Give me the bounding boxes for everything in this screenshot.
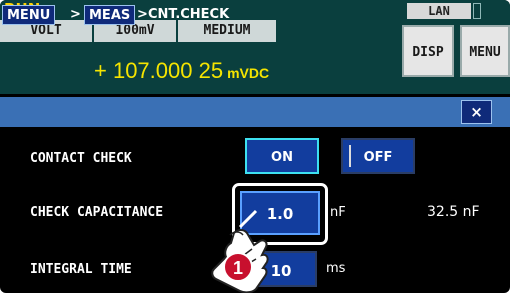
instrument-screen: RUN LAN VOLT 100mV MEDIUM DISP MENU + 10… [0,0,510,293]
breadcrumb-separator: > [137,7,148,22]
contact-check-on-button[interactable]: ON [245,138,319,174]
lan-indicator: LAN [407,3,471,19]
check-capacitance-unit: nF [330,205,346,220]
pointing-hand-icon: 1 [211,209,269,293]
measurement-reading: + 107.000 25 mVDC [94,58,269,84]
step-number: 1 [233,258,243,278]
reading-unit: mVDC [227,65,270,81]
contact-check-label: CONTACT CHECK [30,151,132,166]
breadcrumb-separator: > [70,7,81,22]
contact-check-off-button[interactable]: OFF [341,138,415,174]
disp-button[interactable]: DISP [402,25,454,77]
breadcrumb [0,97,510,127]
integral-time-unit: ms [326,261,346,276]
menu-button[interactable]: MENU [460,25,510,77]
lan-indicator-end [473,3,481,19]
breadcrumb-current: CNT.CHECK [148,7,230,22]
integral-time-label: INTEGRAL TIME [30,262,132,277]
measured-capacitance: 32.5 nF [427,204,480,220]
close-button[interactable]: × [461,100,492,124]
check-capacitance-label: CHECK CAPACITANCE [30,205,164,220]
reading-value: + 107.000 25 [94,58,224,83]
breadcrumb-menu[interactable]: MENU [2,5,56,25]
breadcrumb-meas[interactable]: MEAS [84,5,136,25]
